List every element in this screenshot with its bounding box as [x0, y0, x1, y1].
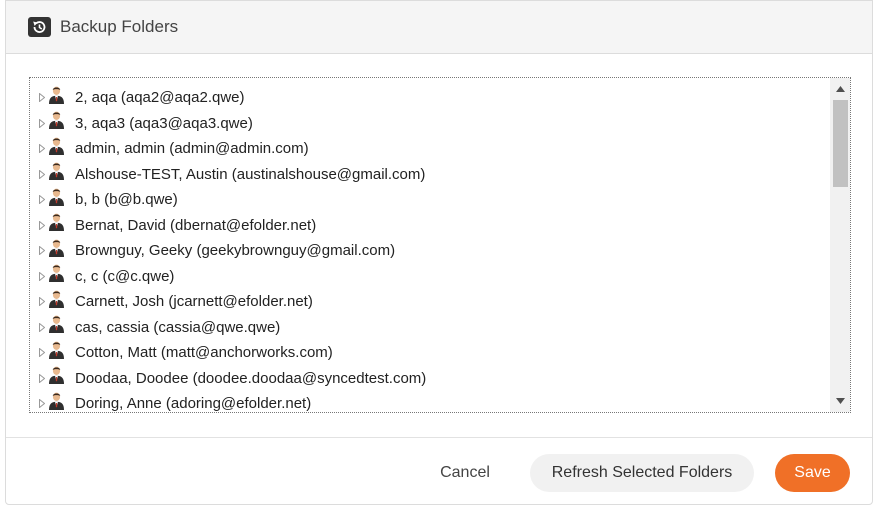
user-icon: [48, 341, 68, 359]
expand-arrow-icon[interactable]: [30, 118, 48, 128]
user-icon: [48, 366, 68, 385]
tree-node-user[interactable]: b, b (b@b.qwe): [30, 187, 830, 213]
user-icon: [48, 392, 68, 410]
tree-node-user[interactable]: Bernat, David (dbernat@efolder.net): [30, 213, 830, 239]
tree-node-label: 2, aqa (aqa2@aqa2.qwe): [75, 89, 245, 107]
expand-arrow-icon[interactable]: [30, 322, 48, 332]
refresh-selected-folders-button[interactable]: Refresh Selected Folders: [530, 454, 754, 492]
expand-arrow-icon[interactable]: [30, 271, 48, 281]
tree-node-label: Doodaa, Doodee (doodee.doodaa@syncedtest…: [75, 369, 427, 387]
tree-node-user[interactable]: 3, aqa3 (aqa3@aqa3.qwe): [30, 111, 830, 137]
tree-node-user[interactable]: Doodaa, Doodee (doodee.doodaa@syncedtest…: [30, 366, 830, 392]
cancel-button[interactable]: Cancel: [424, 454, 506, 492]
tree-node-user[interactable]: 2, aqa (aqa2@aqa2.qwe): [30, 85, 830, 111]
tree-node-label: c, c (c@c.qwe): [75, 267, 175, 285]
expand-arrow-icon[interactable]: [30, 399, 48, 409]
tree-node-user[interactable]: Doring, Anne (adoring@efolder.net): [30, 391, 830, 412]
user-icon: [48, 111, 68, 130]
tree-node-label: admin, admin (admin@admin.com): [75, 140, 309, 158]
tree-node-label: Cotton, Matt (matt@anchorworks.com): [75, 344, 333, 362]
backup-folders-dialog: Backup Folders 2, aqa (aqa2@aqa2.qwe) 3,…: [5, 0, 873, 505]
tree-node-user[interactable]: Carnett, Josh (jcarnett@efolder.net): [30, 289, 830, 315]
tree-node-user[interactable]: Alshouse-TEST, Austin (austinalshouse@gm…: [30, 162, 830, 188]
dialog-title: Backup Folders: [60, 17, 179, 36]
tree-node-label: Carnett, Josh (jcarnett@efolder.net): [75, 293, 313, 311]
tree-node-label: Alshouse-TEST, Austin (austinalshouse@gm…: [75, 165, 426, 183]
user-icon: [48, 315, 68, 334]
tree-node-label: Bernat, David (dbernat@efolder.net): [75, 216, 317, 234]
user-icon: [48, 86, 68, 104]
tree-node-label: Doring, Anne (adoring@efolder.net): [75, 395, 312, 412]
scroll-down-arrow-icon[interactable]: [830, 392, 850, 410]
scrollbar-thumb[interactable]: [833, 100, 848, 187]
dialog-footer: Cancel Refresh Selected Folders Save: [6, 437, 872, 504]
dialog-header: Backup Folders: [6, 1, 872, 54]
expand-arrow-icon[interactable]: [30, 373, 48, 383]
tree-node-label: cas, cassia (cassia@qwe.qwe): [75, 318, 281, 336]
expand-arrow-icon[interactable]: [30, 297, 48, 307]
expand-arrow-icon[interactable]: [30, 246, 48, 256]
tree-list: 2, aqa (aqa2@aqa2.qwe) 3, aqa3 (aqa3@aqa…: [30, 78, 830, 412]
scroll-up-arrow-icon[interactable]: [830, 80, 850, 98]
expand-arrow-icon[interactable]: [30, 169, 48, 179]
user-folder-tree[interactable]: 2, aqa (aqa2@aqa2.qwe) 3, aqa3 (aqa3@aqa…: [29, 77, 851, 413]
expand-arrow-icon[interactable]: [30, 93, 48, 103]
save-button[interactable]: Save: [775, 454, 850, 492]
tree-node-user[interactable]: Brownguy, Geeky (geekybrownguy@gmail.com…: [30, 238, 830, 264]
tree-node-user[interactable]: c, c (c@c.qwe): [30, 264, 830, 290]
backup-restore-icon: [28, 17, 51, 37]
user-icon: [48, 213, 68, 232]
tree-node-label: Brownguy, Geeky (geekybrownguy@gmail.com…: [75, 242, 396, 260]
user-icon: [48, 239, 68, 257]
tree-node-label: b, b (b@b.qwe): [75, 191, 178, 209]
tree-node-user[interactable]: cas, cassia (cassia@qwe.qwe): [30, 315, 830, 341]
expand-arrow-icon[interactable]: [30, 220, 48, 230]
user-icon: [48, 137, 68, 155]
expand-arrow-icon[interactable]: [30, 195, 48, 205]
tree-node-user[interactable]: admin, admin (admin@admin.com): [30, 136, 830, 162]
expand-arrow-icon[interactable]: [30, 144, 48, 154]
tree-node-user[interactable]: Cotton, Matt (matt@anchorworks.com): [30, 340, 830, 366]
user-icon: [48, 162, 68, 181]
user-icon: [48, 264, 68, 283]
user-icon: [48, 188, 68, 206]
user-icon: [48, 290, 68, 308]
tree-node-label: 3, aqa3 (aqa3@aqa3.qwe): [75, 114, 253, 132]
expand-arrow-icon[interactable]: [30, 348, 48, 358]
vertical-scrollbar[interactable]: [830, 78, 850, 412]
